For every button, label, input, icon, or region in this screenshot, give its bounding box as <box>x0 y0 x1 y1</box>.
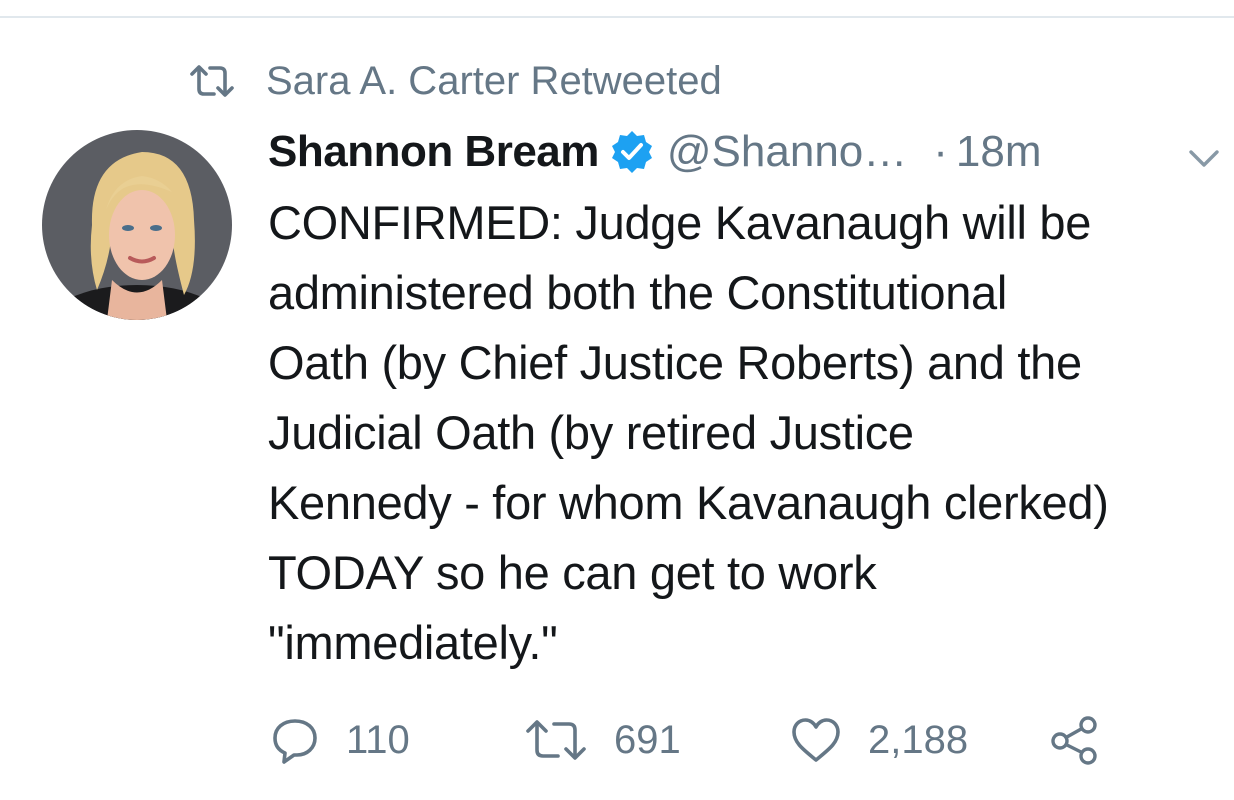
top-divider <box>0 16 1234 18</box>
like-count: 2,188 <box>868 717 969 762</box>
reply-count: 110 <box>346 717 410 762</box>
retweet-button[interactable]: 691 <box>524 708 681 772</box>
chevron-down-icon[interactable] <box>1186 146 1222 170</box>
retweet-icon <box>188 63 236 99</box>
author-handle[interactable]: @Shanno… <box>667 127 907 177</box>
reply-icon <box>270 715 320 765</box>
tweet-actions: 110 691 2,188 <box>270 708 1170 772</box>
like-button[interactable]: 2,188 <box>790 708 968 772</box>
avatar[interactable] <box>42 130 232 320</box>
tweet-text: CONFIRMED: Judge Kavanaugh will be admin… <box>268 196 1109 669</box>
share-button[interactable] <box>1048 708 1126 772</box>
author-name[interactable]: Shannon Bream <box>268 127 599 177</box>
reply-button[interactable]: 110 <box>270 708 410 772</box>
retweet-banner-text: Sara A. Carter Retweeted <box>266 58 722 103</box>
retweet-count: 691 <box>614 717 681 762</box>
heart-icon <box>790 716 842 764</box>
retweet-banner[interactable]: Sara A. Carter Retweeted <box>188 56 722 106</box>
separator-dot: · <box>933 127 948 176</box>
tweet-header: Shannon Bream @Shanno… · 18m <box>268 122 1228 182</box>
retweet-icon <box>524 718 588 762</box>
tweet-timestamp[interactable]: 18m <box>956 127 1042 177</box>
share-icon <box>1048 714 1100 766</box>
verified-badge-icon <box>609 129 655 175</box>
